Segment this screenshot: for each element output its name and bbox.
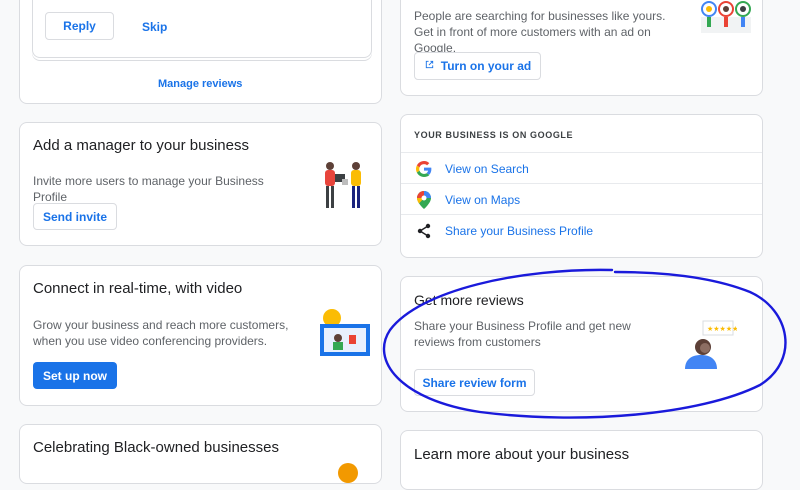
turn-on-ad-label: Turn on your ad xyxy=(440,59,532,73)
manager-card-title: Add a manager to your business xyxy=(33,137,249,154)
learn-more-card: Learn more about your business xyxy=(400,430,763,490)
share-profile-label: Share your Business Profile xyxy=(445,223,594,238)
video-call-illustration-icon xyxy=(318,308,372,358)
reviews-card: Reply Skip Manage reviews xyxy=(19,0,382,104)
manager-card: Add a manager to your business Invite mo… xyxy=(19,122,382,246)
video-card-description: Grow your business and reach more custom… xyxy=(33,318,289,348)
view-on-maps-item[interactable]: View on Maps xyxy=(401,183,762,215)
maps-pin-icon xyxy=(415,190,433,209)
manager-card-description: Invite more users to manage your Busines… xyxy=(33,174,264,204)
share-review-form-button[interactable]: Share review form xyxy=(414,369,535,396)
set-up-now-button[interactable]: Set up now xyxy=(33,362,117,389)
send-invite-label: Send invite xyxy=(42,209,107,224)
get-reviews-description: Share your Business Profile and get new … xyxy=(414,319,631,349)
manage-reviews-link[interactable]: Manage reviews xyxy=(158,78,242,90)
on-google-heading: YOUR BUSINESS IS ON GOOGLE xyxy=(414,130,574,140)
share-profile-item[interactable]: Share your Business Profile xyxy=(401,214,762,246)
share-icon xyxy=(415,222,433,240)
get-reviews-card: Get more reviews Share your Business Pro… xyxy=(400,276,763,412)
skip-button[interactable]: Skip xyxy=(142,20,167,34)
view-on-search-label: View on Search xyxy=(445,161,529,176)
send-invite-button[interactable]: Send invite xyxy=(33,203,117,230)
google-g-icon xyxy=(415,160,433,178)
video-card: Connect in real-time, with video Grow yo… xyxy=(19,265,382,406)
review-reply-stack: Reply Skip xyxy=(32,0,372,58)
reply-label: Reply xyxy=(63,19,96,33)
view-on-search-item[interactable]: View on Search xyxy=(401,152,762,184)
svg-text:★★★★★: ★★★★★ xyxy=(707,325,737,333)
reply-button[interactable]: Reply xyxy=(45,12,114,40)
learn-more-title: Learn more about your business xyxy=(414,446,630,463)
ad-card: People are searching for businesses like… xyxy=(400,0,763,96)
search-people-illustration-icon xyxy=(699,0,755,35)
black-owned-illustration-icon xyxy=(338,463,358,483)
review-person-illustration-icon: ★★★★★ xyxy=(683,319,738,369)
ad-card-description: People are searching for businesses like… xyxy=(414,9,666,55)
video-card-title: Connect in real-time, with video xyxy=(33,280,243,297)
turn-on-ad-button[interactable]: Turn on your ad xyxy=(414,52,541,80)
managers-illustration-icon xyxy=(318,159,370,215)
view-on-maps-label: View on Maps xyxy=(445,192,521,207)
on-google-card: YOUR BUSINESS IS ON GOOGLE View on Searc… xyxy=(400,114,763,258)
set-up-now-label: Set up now xyxy=(43,368,107,383)
black-owned-card-title: Celebrating Black-owned businesses xyxy=(33,439,279,456)
open-in-new-icon xyxy=(424,59,435,73)
share-review-form-label: Share review form xyxy=(422,375,527,390)
black-owned-card: Celebrating Black-owned businesses xyxy=(19,424,382,484)
get-reviews-title: Get more reviews xyxy=(414,292,524,308)
